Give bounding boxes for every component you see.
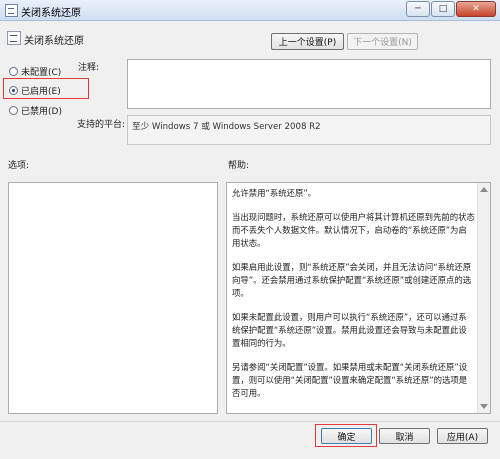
options-label: 选项: [8, 161, 30, 171]
radio-enabled[interactable]: 已启用(E) [9, 84, 61, 97]
window-title: 关闭系统还原 [21, 8, 81, 19]
ok-button[interactable]: 确定 [321, 428, 372, 444]
radio-disabled-indicator[interactable] [9, 106, 18, 115]
window-controls: ─ □ ✕ [406, 1, 496, 17]
help-pane[interactable]: 允许禁用“系统还原”。 当出现问题时，系统还原可以使用户将其计算机还原到先前的状… [226, 182, 491, 414]
radio-disabled[interactable]: 已禁用(D) [9, 104, 62, 117]
help-label: 帮助: [228, 161, 250, 171]
radio-disabled-label: 已禁用(D) [21, 107, 62, 117]
help-paragraph: 当出现问题时，系统还原可以使用户将其计算机还原到先前的状态而不丢失个人数据文件。… [232, 212, 475, 248]
help-text: 允许禁用“系统还原”。 当出现问题时，系统还原可以使用户将其计算机还原到先前的状… [232, 187, 475, 411]
help-scrollbar[interactable] [477, 183, 490, 413]
help-paragraph: 另请参阅“关闭配置”设置。如果禁用或未配置“关闭系统还原”设置，则可以使用“关闭… [232, 362, 468, 398]
supported-label: 支持的平台: [77, 120, 126, 130]
radio-not-configured[interactable]: 未配置(C) [9, 65, 61, 78]
apply-button[interactable]: 应用(A) [437, 428, 488, 444]
supported-field: 至少 Windows 7 或 Windows Server 2008 R2 [127, 115, 491, 145]
supported-value: 至少 Windows 7 或 Windows Server 2008 R2 [132, 122, 321, 132]
footer-divider [0, 421, 500, 422]
comment-field[interactable] [127, 59, 491, 109]
close-button[interactable]: ✕ [456, 1, 496, 17]
help-paragraph: 允许禁用“系统还原”。 [232, 188, 317, 198]
scroll-down-icon[interactable] [480, 404, 488, 409]
setting-icon [7, 31, 21, 45]
help-paragraph: 如果未配置此设置，则用户可以执行“系统还原”，还可以通过系统保护配置“系统还原”… [232, 312, 467, 348]
setting-title: 关闭系统还原 [24, 36, 84, 47]
policy-icon [5, 4, 18, 17]
title-bar: 关闭系统还原 ─ □ ✕ [0, 0, 500, 21]
help-paragraph: 如果启用此设置，则“系统还原”会关闭，并且无法访问“系统还原向导”。还会禁用通过… [232, 262, 472, 298]
radio-enabled-indicator[interactable] [9, 86, 18, 95]
minimize-button[interactable]: ─ [406, 1, 430, 17]
scroll-up-icon[interactable] [480, 187, 488, 192]
radio-not-configured-label: 未配置(C) [21, 68, 62, 78]
radio-not-configured-indicator[interactable] [9, 67, 18, 76]
next-setting-button[interactable]: 下一个设置(N) [347, 33, 418, 50]
maximize-button[interactable]: □ [431, 1, 455, 17]
prev-setting-button[interactable]: 上一个设置(P) [271, 33, 344, 50]
options-pane[interactable] [8, 182, 218, 414]
radio-enabled-label: 已启用(E) [21, 87, 61, 97]
cancel-button[interactable]: 取消 [379, 428, 430, 444]
comment-label: 注释: [78, 63, 100, 73]
